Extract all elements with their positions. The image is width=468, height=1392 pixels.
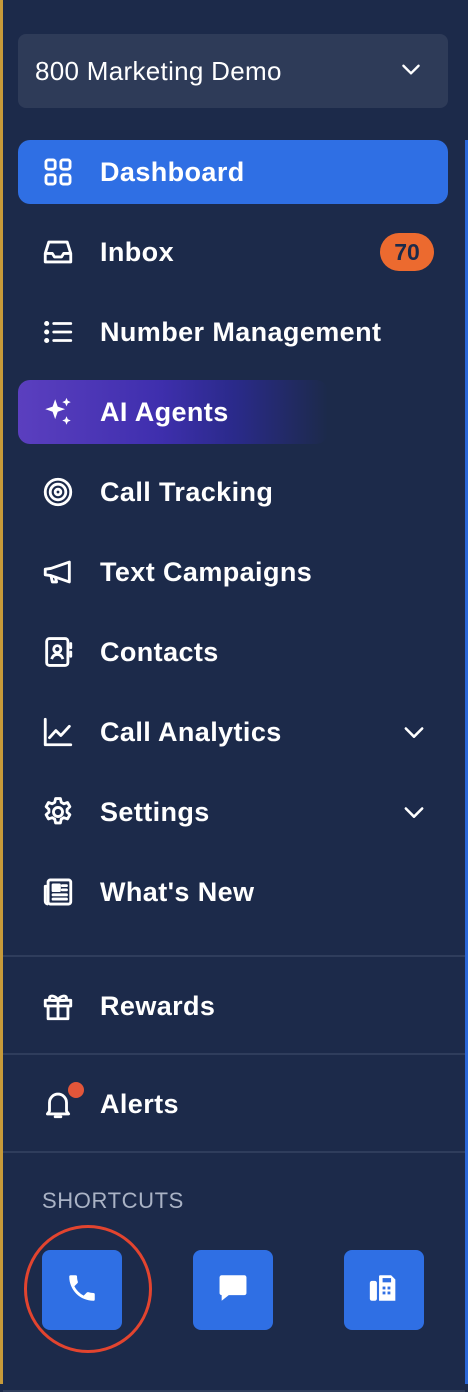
grid-icon [40, 154, 76, 190]
sidebar-item-label: Dashboard [100, 156, 245, 187]
inbox-tray-icon [40, 234, 76, 270]
shortcuts-heading: SHORTCUTS [42, 1188, 184, 1213]
sidebar-item-label: Rewards [100, 990, 216, 1021]
chat-bubble-icon [216, 1271, 250, 1310]
unread-count-badge: 70 [380, 233, 434, 271]
chevron-down-icon[interactable] [400, 798, 428, 826]
workspace-selector[interactable]: 800 Marketing Demo [18, 34, 448, 108]
sidebar-item-label: Text Campaigns [100, 556, 313, 587]
line-chart-icon [40, 714, 76, 750]
shortcut-call-button[interactable] [42, 1250, 122, 1330]
sidebar-item-label: Call Analytics [100, 716, 282, 747]
chevron-down-icon [398, 56, 424, 87]
sidebar-item-rewards[interactable]: Rewards [18, 974, 448, 1038]
sidebar-item-label: AI Agents [100, 396, 229, 427]
sidebar-item-text-campaigns[interactable]: Text Campaigns [18, 540, 448, 604]
sidebar: 800 Marketing Demo Dashboard Inbox 70 Nu… [3, 0, 465, 1392]
sidebar-item-inbox[interactable]: Inbox 70 [18, 220, 448, 284]
sidebar-item-label: Settings [100, 796, 210, 827]
sidebar-item-call-tracking[interactable]: Call Tracking [18, 460, 448, 524]
sidebar-item-ai-agents[interactable]: AI Agents [18, 380, 328, 444]
sidebar-item-label: Alerts [100, 1088, 179, 1119]
sparkles-icon [40, 394, 76, 430]
target-icon [40, 474, 76, 510]
sidebar-item-label: Call Tracking [100, 476, 274, 507]
sidebar-item-number-management[interactable]: Number Management [18, 300, 448, 364]
list-icon [40, 314, 76, 350]
sidebar-item-label: What's New [100, 876, 255, 907]
divider [3, 1053, 465, 1055]
gift-icon [40, 988, 76, 1024]
divider [3, 1151, 465, 1153]
sidebar-item-call-analytics[interactable]: Call Analytics [18, 700, 448, 764]
sidebar-item-label: Contacts [100, 636, 219, 667]
sidebar-item-alerts[interactable]: Alerts [18, 1072, 448, 1136]
fax-icon [367, 1271, 401, 1310]
sidebar-item-label: Inbox [100, 236, 174, 267]
bell-icon [40, 1082, 84, 1122]
shortcut-message-button[interactable] [193, 1250, 273, 1330]
alert-indicator-dot [68, 1082, 84, 1098]
chevron-down-icon[interactable] [400, 718, 428, 746]
sidebar-item-whats-new[interactable]: What's New [18, 860, 448, 924]
contact-card-icon [40, 634, 76, 670]
shortcut-fax-button[interactable] [344, 1250, 424, 1330]
sidebar-item-settings[interactable]: Settings [18, 780, 448, 844]
megaphone-icon [40, 554, 76, 590]
sidebar-item-contacts[interactable]: Contacts [18, 620, 448, 684]
newspaper-icon [40, 874, 76, 910]
divider [3, 955, 465, 957]
sidebar-item-label: Number Management [100, 316, 382, 347]
phone-icon [65, 1271, 99, 1310]
workspace-name: 800 Marketing Demo [35, 55, 282, 86]
sidebar-item-dashboard[interactable]: Dashboard [18, 140, 448, 204]
gear-icon [40, 794, 76, 830]
